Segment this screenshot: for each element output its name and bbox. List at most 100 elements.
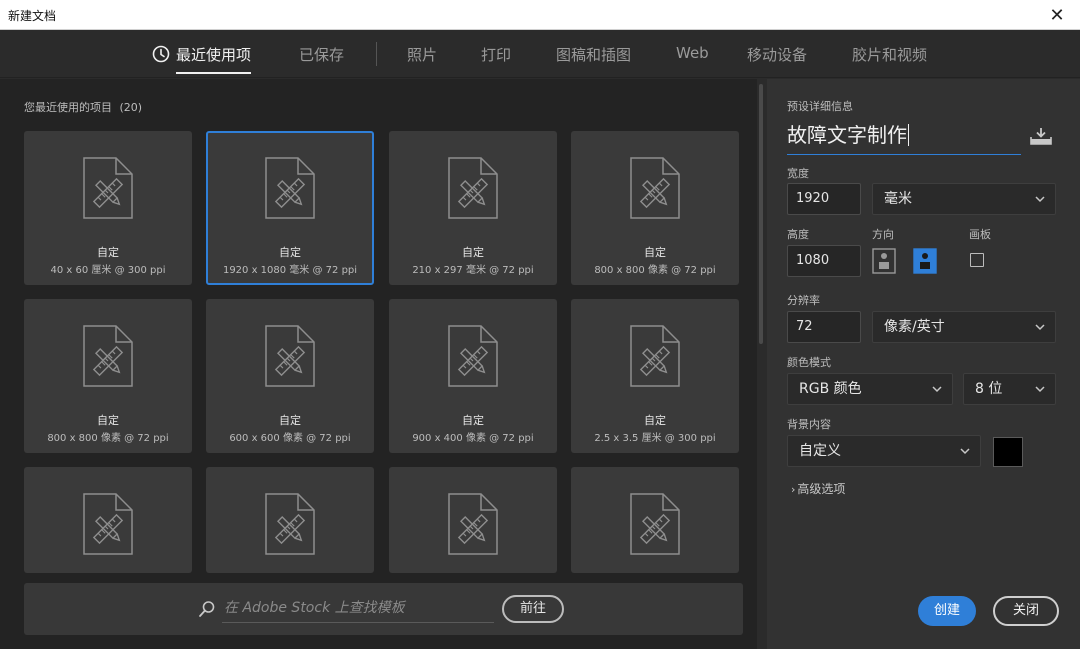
- search-icon: [199, 601, 215, 617]
- color-mode-value: RGB 颜色: [799, 381, 862, 397]
- unit-select[interactable]: 毫米: [872, 183, 1056, 215]
- stock-search-input[interactable]: 在 Adobe Stock 上查找模板: [222, 597, 494, 623]
- preset-card[interactable]: 自定 210 x 297 毫米 @ 72 ppi: [389, 131, 557, 285]
- resolution-input[interactable]: 72: [787, 311, 861, 343]
- tab-mobile[interactable]: 移动设备: [747, 44, 807, 65]
- window-title: 新建文档: [8, 9, 57, 23]
- artboard-label: 画板: [969, 228, 991, 241]
- close-icon: ✕: [1049, 4, 1065, 26]
- preset-card[interactable]: [571, 467, 739, 573]
- title-bar: 新建文档 ✕: [0, 0, 1080, 30]
- window-close-button[interactable]: ✕: [1034, 0, 1080, 30]
- tab-print[interactable]: 打印: [481, 44, 511, 65]
- save-preset-icon[interactable]: [1029, 127, 1053, 147]
- background-color-swatch[interactable]: [993, 437, 1023, 467]
- chevron-down-icon: [1035, 196, 1045, 203]
- category-tabs: 最近使用项 已保存 照片 打印 图稿和插图 Web 移动设备 胶片和视频: [0, 30, 1080, 78]
- preset-name: 自定: [279, 414, 301, 427]
- document-ruler-pencil-icon: [265, 493, 315, 555]
- preset-name: 自定: [462, 414, 484, 427]
- text-caret: [908, 124, 909, 146]
- tab-recent-label: 最近使用项: [176, 46, 252, 64]
- height-label: 高度: [787, 228, 809, 241]
- document-ruler-pencil-icon: [265, 325, 315, 387]
- width-input[interactable]: 1920: [787, 183, 861, 215]
- preset-card[interactable]: 自定 800 x 800 像素 @ 72 ppi: [571, 131, 739, 285]
- preset-card[interactable]: 自定 600 x 600 像素 @ 72 ppi: [206, 299, 374, 453]
- clock-icon: [152, 45, 170, 63]
- portrait-orientation-icon[interactable]: [872, 248, 896, 274]
- advanced-options-label: 高级选项: [797, 482, 846, 496]
- color-mode-select[interactable]: RGB 颜色: [787, 373, 953, 405]
- grid-scrollbar[interactable]: [759, 84, 763, 344]
- tab-film-video[interactable]: 胶片和视频: [852, 44, 927, 65]
- chevron-right-icon: ›: [791, 483, 796, 496]
- color-mode-label: 颜色模式: [787, 356, 831, 369]
- artboard-checkbox[interactable]: [970, 253, 984, 267]
- preset-dims: 800 x 800 像素 @ 72 ppi: [594, 265, 716, 276]
- landscape-orientation-icon[interactable]: [913, 248, 937, 274]
- preset-dims: 800 x 800 像素 @ 72 ppi: [47, 433, 169, 444]
- chevron-down-icon: [1035, 386, 1045, 393]
- document-ruler-pencil-icon: [630, 325, 680, 387]
- tab-divider: [376, 42, 377, 66]
- preset-card-selected[interactable]: 自定 1920 x 1080 毫米 @ 72 ppi: [206, 131, 374, 285]
- preset-dims: 210 x 297 毫米 @ 72 ppi: [412, 265, 534, 276]
- preset-dims: 40 x 60 厘米 @ 300 ppi: [50, 265, 166, 276]
- document-ruler-pencil-icon: [83, 325, 133, 387]
- bit-depth-select[interactable]: 8 位: [963, 373, 1056, 405]
- tab-recent[interactable]: 最近使用项: [152, 44, 252, 74]
- orientation-label: 方向: [872, 228, 894, 241]
- chevron-down-icon: [932, 386, 942, 393]
- document-ruler-pencil-icon: [448, 157, 498, 219]
- preset-card[interactable]: 自定 800 x 800 像素 @ 72 ppi: [24, 299, 192, 453]
- preset-dims: 900 x 400 像素 @ 72 ppi: [412, 433, 534, 444]
- document-ruler-pencil-icon: [630, 493, 680, 555]
- preset-card[interactable]: [206, 467, 374, 573]
- document-ruler-pencil-icon: [83, 157, 133, 219]
- recent-count: (20): [119, 101, 143, 114]
- background-select[interactable]: 自定义: [787, 435, 981, 467]
- background-label: 背景内容: [787, 418, 831, 431]
- preset-card[interactable]: 自定 900 x 400 像素 @ 72 ppi: [389, 299, 557, 453]
- document-ruler-pencil-icon: [265, 157, 315, 219]
- preset-name: 自定: [97, 246, 119, 259]
- preset-dims: 2.5 x 3.5 厘米 @ 300 ppi: [594, 433, 716, 444]
- tab-art-illustration[interactable]: 图稿和插图: [556, 44, 631, 65]
- background-value: 自定义: [799, 443, 841, 459]
- document-ruler-pencil-icon: [448, 325, 498, 387]
- preset-details-panel: 预设详细信息 故障文字制作 宽度 1920 毫米 高度 方向 画板 1080 分…: [767, 79, 1080, 649]
- document-name-input[interactable]: 故障文字制作: [787, 119, 1021, 155]
- tab-web[interactable]: Web: [676, 44, 709, 62]
- tab-photo[interactable]: 照片: [407, 44, 437, 65]
- preset-name: 自定: [644, 246, 666, 259]
- preset-dims: 600 x 600 像素 @ 72 ppi: [229, 433, 351, 444]
- preset-name: 自定: [279, 246, 301, 259]
- preset-card[interactable]: [389, 467, 557, 573]
- create-button[interactable]: 创建: [918, 596, 976, 626]
- preset-card[interactable]: 自定 40 x 60 厘米 @ 300 ppi: [24, 131, 192, 285]
- resolution-label: 分辨率: [787, 294, 820, 307]
- go-button[interactable]: 前往: [502, 595, 564, 623]
- advanced-options-toggle[interactable]: › 高级选项: [791, 480, 845, 497]
- preset-card[interactable]: 自定 2.5 x 3.5 厘米 @ 300 ppi: [571, 299, 739, 453]
- recent-heading: 您最近使用的项目 (20): [24, 99, 142, 115]
- preset-card[interactable]: [24, 467, 192, 573]
- preset-details-heading: 预设详细信息: [787, 100, 853, 113]
- active-tab-underline: [176, 72, 252, 74]
- preset-dims: 1920 x 1080 毫米 @ 72 ppi: [222, 265, 358, 276]
- tab-saved[interactable]: 已保存: [299, 44, 344, 65]
- resolution-unit-select[interactable]: 像素/英寸: [872, 311, 1056, 343]
- chevron-down-icon: [1035, 324, 1045, 331]
- chevron-down-icon: [960, 448, 970, 455]
- recent-panel: 您最近使用的项目 (20) 自定 40 x 60 厘米 @ 300 ppi 自定…: [0, 79, 757, 649]
- close-button[interactable]: 关闭: [993, 596, 1059, 626]
- preset-name: 自定: [97, 414, 119, 427]
- height-input[interactable]: 1080: [787, 245, 861, 277]
- bit-depth-value: 8 位: [975, 381, 1003, 397]
- document-ruler-pencil-icon: [448, 493, 498, 555]
- width-label: 宽度: [787, 167, 809, 180]
- document-name-text: 故障文字制作: [787, 123, 907, 147]
- resolution-unit-value: 像素/英寸: [884, 319, 945, 335]
- document-ruler-pencil-icon: [83, 493, 133, 555]
